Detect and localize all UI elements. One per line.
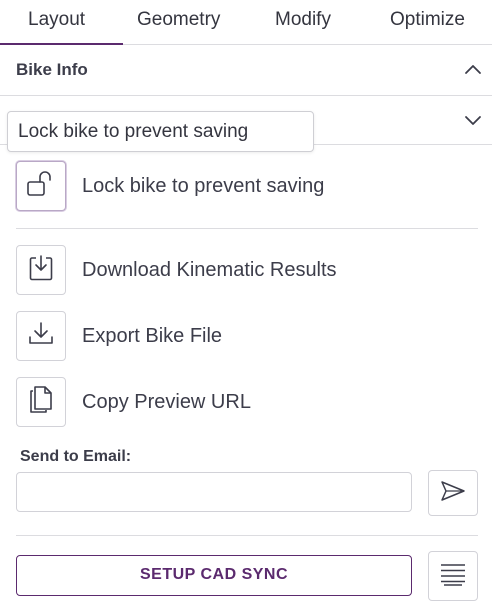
lock-bike-label: Lock bike to prevent saving (82, 174, 325, 197)
divider (16, 535, 478, 536)
chevron-up-icon[interactable] (464, 61, 482, 79)
section-title: Bike Info (16, 60, 88, 79)
tab-bar: Layout Geometry Modify Optimize (0, 0, 492, 45)
email-input[interactable] (16, 472, 412, 512)
list-menu-icon (440, 562, 466, 591)
tab-geometry[interactable]: Geometry (137, 0, 220, 45)
download-icon (27, 321, 55, 352)
tab-layout[interactable]: Layout (0, 0, 123, 45)
divider (16, 228, 478, 229)
tooltip: Lock bike to prevent saving (7, 111, 314, 152)
send-email-button[interactable] (428, 470, 478, 516)
copy-url-button[interactable] (16, 377, 66, 427)
tab-optimize[interactable]: Optimize (390, 0, 465, 45)
send-icon (439, 479, 467, 508)
export-bike-label: Export Bike File (82, 324, 223, 347)
download-kinematic-button[interactable] (16, 245, 66, 295)
export-bike-row: Export Bike File (16, 311, 222, 361)
chevron-down-icon[interactable] (464, 111, 482, 129)
copy-url-label: Copy Preview URL (82, 390, 251, 413)
unlock-icon (26, 170, 56, 203)
tab-modify[interactable]: Modify (275, 0, 331, 45)
lock-bike-row: Lock bike to prevent saving (16, 161, 324, 211)
export-bike-button[interactable] (16, 311, 66, 361)
copy-icon (28, 385, 54, 420)
download-kinematic-label: Download Kinematic Results (82, 258, 337, 281)
setup-cad-sync-button[interactable]: SETUP CAD SYNC (16, 555, 412, 596)
copy-url-row: Copy Preview URL (16, 377, 251, 427)
side-panel: Layout Geometry Modify Optimize Bike Inf… (0, 0, 492, 610)
download-kinematic-row: Download Kinematic Results (16, 245, 337, 295)
bike-info-header[interactable]: Bike Info (0, 45, 492, 96)
lock-bike-button[interactable] (16, 161, 66, 211)
download-box-icon (28, 254, 54, 287)
email-label: Send to Email: (20, 448, 132, 465)
menu-button[interactable] (428, 551, 478, 601)
